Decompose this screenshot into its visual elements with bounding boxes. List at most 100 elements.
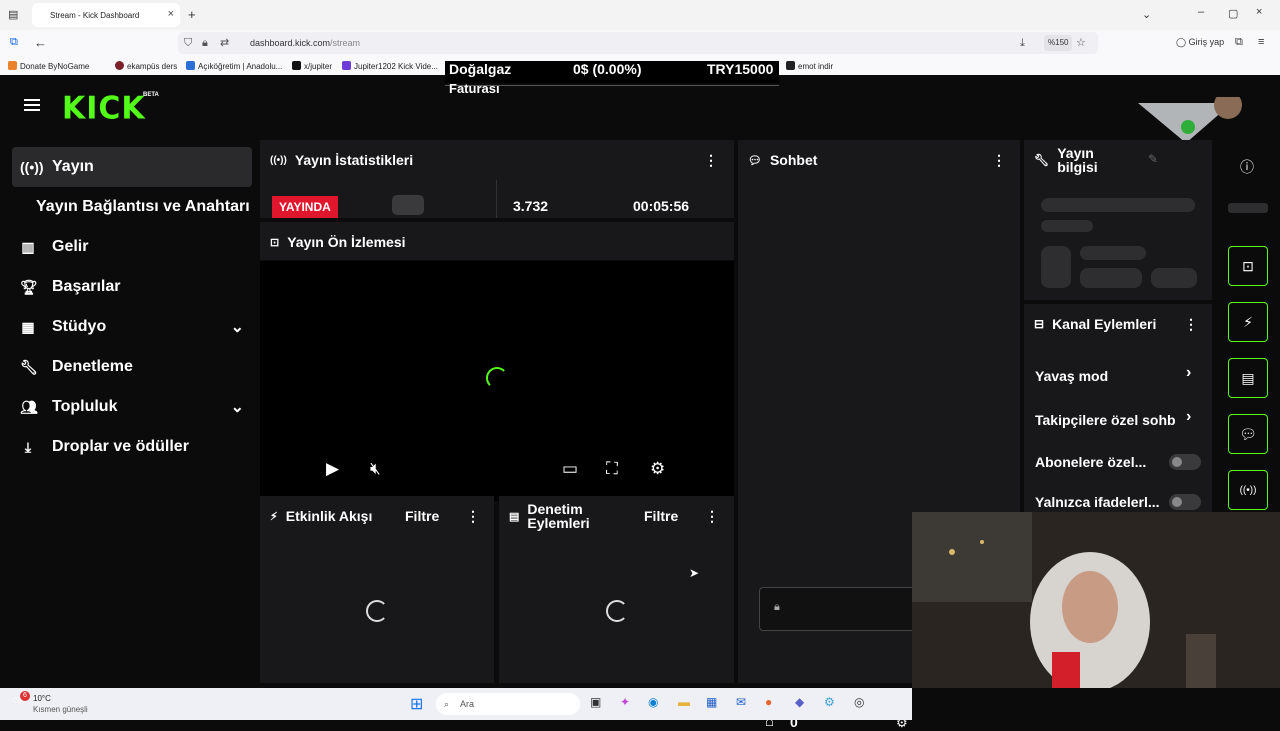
bookmark-item[interactable]: x/jupiter — [292, 61, 332, 71]
sidebar-item-droplar[interactable]: ⤓ Droplar ve ödüller — [12, 427, 252, 467]
info-icon[interactable]: ⓘ — [1240, 157, 1254, 177]
screenshot-icon[interactable]: ⤓ — [1020, 32, 1025, 54]
sidebar-item-stream-key[interactable]: Yayın Bağlantısı ve Anahtarı — [12, 187, 252, 227]
stream-stats-panel: ((•)) Yayın İstatistikleri ⋮ YAYINDA 3.7… — [260, 140, 734, 218]
edge-icon[interactable]: ◉ — [648, 695, 658, 709]
chat-shortcut-button[interactable]: 💬︎ — [1228, 414, 1268, 454]
shield-icon[interactable]: ⛉ — [184, 32, 192, 54]
fullscreen-icon[interactable]: ⛶ — [606, 459, 618, 479]
maximize-icon[interactable]: ▢ — [1228, 7, 1238, 20]
settings-app-icon[interactable]: ⚙ — [824, 695, 835, 709]
emotes-only-action[interactable]: Yalnızca ifadelerl... — [1035, 494, 1160, 510]
windows-taskbar: ⛅︎ 6 10°C Kısmen güneşli ⊞ ⌕ Ara ▣ ✦ ◉ ▬… — [0, 688, 912, 720]
url-input[interactable]: ⛉ 🔒︎ ⇄ dashboard.kick.com/stream ⤓ %150 … — [178, 32, 1098, 54]
filter-button[interactable]: Filtre — [405, 508, 439, 524]
ticker-subtitle: Faturası — [449, 81, 500, 96]
sidebar-item-yayin[interactable]: ((•)) Yayın — [12, 147, 252, 187]
bookmark-label: Açıköğretim | Anadolu... — [198, 62, 283, 71]
moderation-title: Denetim Eylemleri — [527, 501, 590, 531]
more-options-icon[interactable]: ⋮ — [705, 508, 719, 525]
subscribers-only-action[interactable]: Abonelere özel... — [1035, 454, 1146, 470]
menu-icon[interactable]: ≡ — [1258, 36, 1264, 48]
bookmark-item[interactable]: ekampüs ders — [115, 61, 177, 71]
channel-icon: ⊟ — [1034, 317, 1045, 331]
windows-start-icon[interactable]: ⊞ — [410, 694, 423, 714]
login-button[interactable]: ◯ Giriş yap — [1176, 37, 1224, 48]
document-icon: ▤ — [1241, 369, 1255, 386]
extensions-icon[interactable]: ⧉ — [1235, 36, 1243, 49]
chat-message-input[interactable]: 🔒︎ — [759, 587, 919, 631]
lock-icon[interactable]: 🔒︎ — [202, 32, 208, 54]
bookmark-item[interactable]: Açıköğretim | Anadolu... — [186, 61, 282, 71]
kick-logo[interactable]: KICK — [62, 90, 146, 127]
firefox-icon[interactable]: ● — [765, 695, 772, 709]
edit-pencil-icon[interactable]: ✎ — [1148, 152, 1158, 166]
play-icon[interactable]: ▶ — [326, 459, 339, 479]
more-options-icon[interactable]: ⋮ — [1184, 316, 1198, 333]
broadcast-shortcut-button[interactable]: ((•)) — [1228, 470, 1268, 510]
close-tab-icon[interactable]: × — [168, 8, 174, 20]
tab-list-icon[interactable]: ▤ — [8, 8, 18, 21]
bookmark-favicon-icon — [342, 61, 351, 70]
more-options-icon[interactable]: ⋮ — [466, 508, 480, 525]
bookmark-item[interactable]: Jupiter1202 Kick Vide... — [342, 61, 438, 71]
bookmark-item[interactable]: Donate ByNoGame — [8, 61, 89, 71]
outlook-icon[interactable]: ✉ — [736, 695, 746, 709]
filter-button[interactable]: Filtre — [644, 508, 678, 524]
skeleton-line — [1228, 203, 1268, 213]
minimize-icon[interactable]: – — [1198, 6, 1204, 18]
stats-title: Yayın İstatistikleri — [294, 152, 414, 168]
obs-icon[interactable]: ◎ — [854, 695, 864, 709]
theater-mode-icon[interactable]: ▭ — [562, 459, 578, 479]
subscribers-only-toggle[interactable] — [1169, 454, 1201, 470]
bookmark-item[interactable]: emot indir — [786, 61, 833, 71]
quick-actions-button[interactable]: ⚡︎ — [1228, 302, 1268, 342]
skeleton-line — [1041, 220, 1093, 232]
permissions-icon[interactable]: ⇄ — [220, 32, 229, 54]
taskbar-search-input[interactable]: ⌕ Ara — [436, 693, 580, 715]
moderation-actions-panel: ▤ Denetim Eylemleri Filtre ⋮ ➤ — [499, 496, 734, 683]
slow-mode-action[interactable]: Yavaş mod — [1035, 368, 1108, 384]
account-icon: ◯ — [1176, 37, 1187, 47]
ticker-value: 0$ (0.00%) — [573, 61, 642, 77]
more-options-icon[interactable]: ⋮ — [992, 152, 1006, 169]
sidebar-item-denetleme[interactable]: 🔧︎ Denetleme — [12, 347, 252, 387]
browser-tab[interactable]: Stream - Kick Dashboard × — [32, 3, 180, 27]
chevron-down-icon[interactable]: ⌄ — [231, 317, 244, 337]
action-label: Yavaş mod — [1035, 368, 1109, 384]
emotes-only-toggle[interactable] — [1169, 494, 1201, 510]
sidebar-toggle-icon[interactable]: ⧉ — [10, 36, 18, 49]
task-view-icon[interactable]: ▣ — [590, 695, 601, 709]
followers-only-action[interactable]: Takipçilere özel sohb — [1035, 412, 1176, 428]
settings-gear-icon[interactable]: ⚙ — [650, 459, 665, 479]
new-tab-icon[interactable]: + — [188, 7, 196, 22]
chevron-down-icon[interactable]: ⌄ — [231, 397, 244, 417]
tab-overflow-icon[interactable]: ⌄ — [1142, 8, 1151, 21]
sidebar-item-basarilar[interactable]: 🏆︎ Başarılar — [12, 267, 252, 307]
trophy-icon: 🏆︎ — [20, 279, 38, 295]
chevron-right-icon[interactable]: › — [1186, 364, 1191, 382]
stream-preview-player[interactable]: ▶ 🔇︎ ▭ ⛶ ⚙ — [260, 261, 734, 501]
url-domain: dashboard.kick.com — [250, 38, 331, 48]
file-explorer-icon[interactable]: ▬ — [678, 695, 690, 709]
chevron-right-icon[interactable]: › — [1186, 408, 1191, 426]
preview-shortcut-button[interactable]: ⊡ — [1228, 246, 1268, 286]
back-icon[interactable]: ← — [34, 35, 47, 50]
copilot-icon[interactable]: ✦ — [620, 695, 630, 709]
more-options-icon[interactable]: ⋮ — [704, 152, 718, 169]
sidebar-item-gelir[interactable]: ▥ Gelir — [12, 227, 252, 267]
viewer-count: 3.732 — [513, 198, 549, 214]
hamburger-menu-icon[interactable] — [24, 99, 40, 111]
bookmark-star-icon[interactable]: ☆ — [1076, 32, 1086, 54]
zoom-badge[interactable]: %150 — [1044, 35, 1073, 51]
bookmark-favicon-icon — [786, 61, 795, 70]
mute-icon[interactable]: 🔇︎ — [370, 459, 381, 479]
moderation-shortcut-button[interactable]: ▤ — [1228, 358, 1268, 398]
sidebar-item-topluluk[interactable]: 👥︎ Topluluk ⌄ — [12, 387, 252, 427]
teams-icon[interactable]: ◆ — [795, 695, 804, 709]
sidebar-item-studyo[interactable]: ▦ Stüdyo ⌄ — [12, 307, 252, 347]
action-label: Yalnızca ifadelerl... — [1035, 494, 1160, 510]
window-close-icon[interactable]: × — [1256, 6, 1262, 18]
kick-dashboard: KICK BETA Doğalgaz 0$ (0.00%) TRY15000 F… — [0, 61, 1280, 730]
store-app-icon[interactable]: ▦ — [706, 695, 717, 709]
